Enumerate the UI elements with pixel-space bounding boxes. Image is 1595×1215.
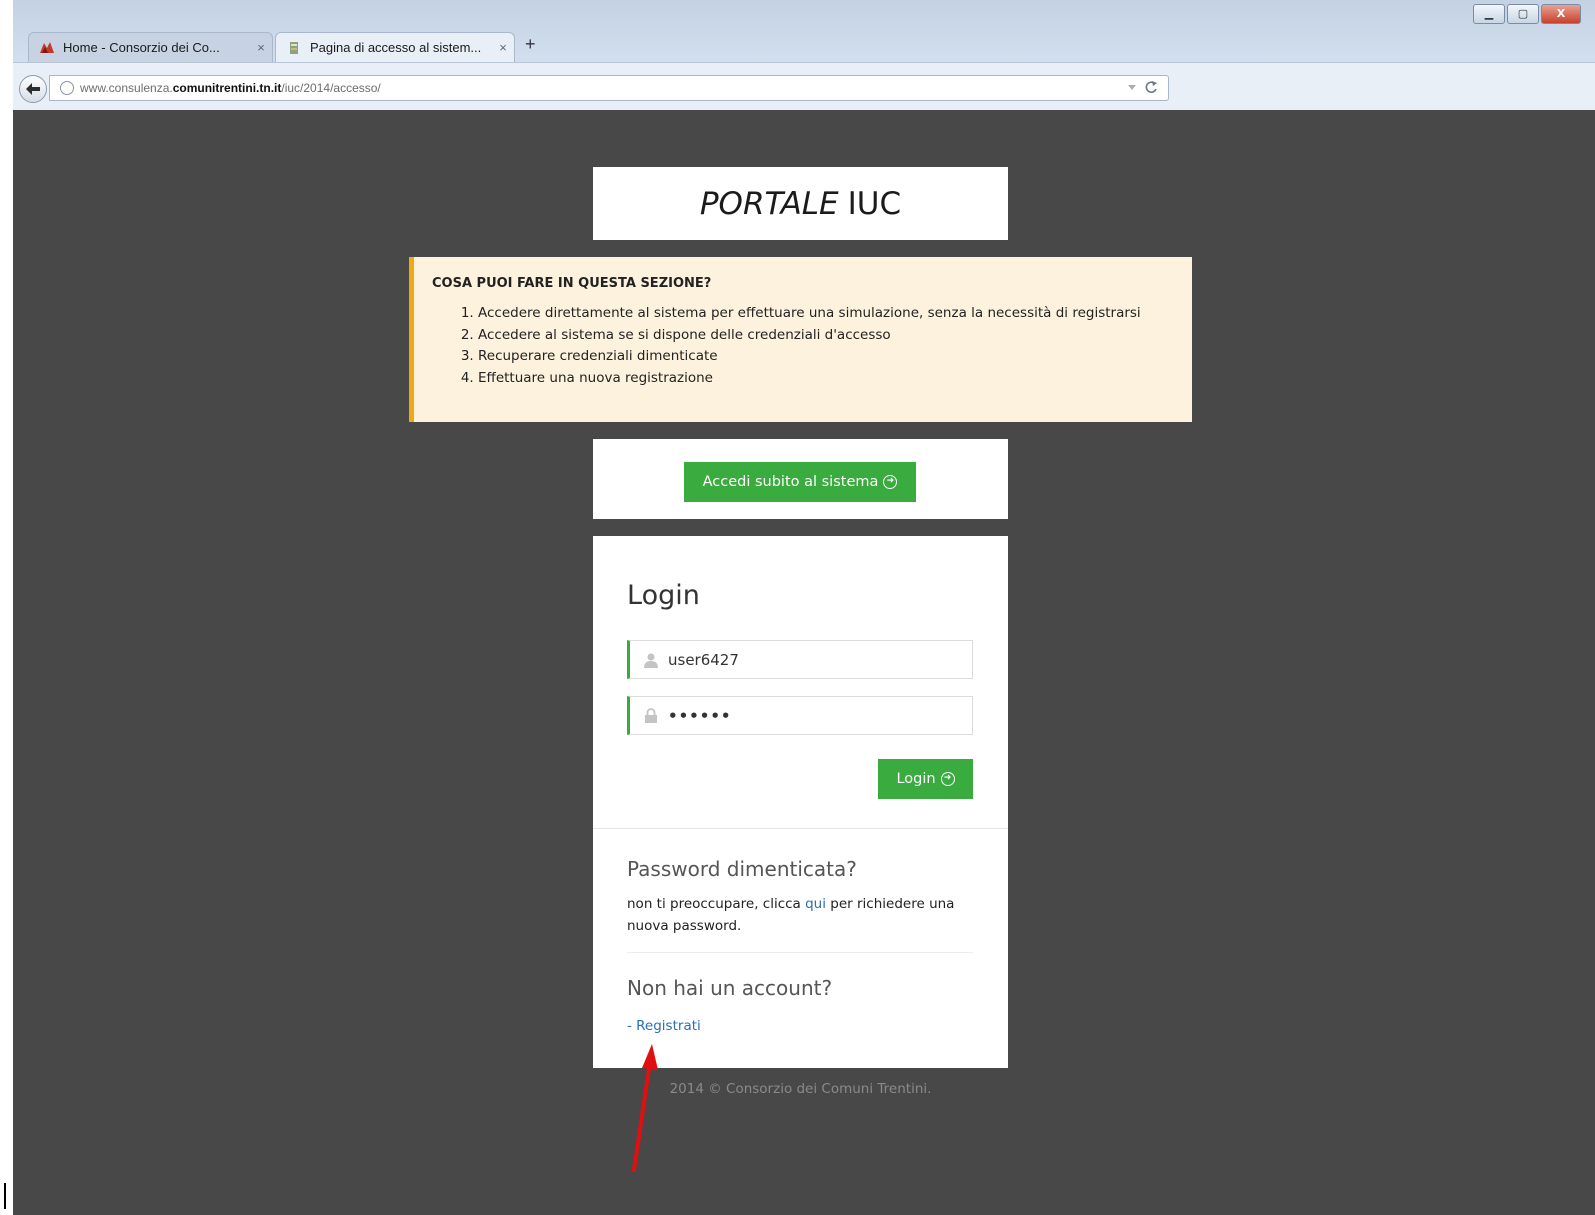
url-prefix: www.consulenza. bbox=[80, 81, 173, 95]
close-icon[interactable]: × bbox=[492, 40, 514, 55]
password-masked-value[interactable]: •••••• bbox=[668, 707, 732, 725]
tab-home[interactable]: Home - Consorzio dei Co... × bbox=[28, 32, 273, 62]
annotation-arrow-icon bbox=[632, 1044, 658, 1172]
username-input[interactable] bbox=[668, 650, 948, 669]
login-button-label: Login bbox=[896, 771, 936, 787]
text-cursor bbox=[4, 1183, 6, 1209]
portal-title: PORTALE IUC bbox=[593, 167, 1008, 240]
url-domain: comunitrentini.tn.it bbox=[172, 81, 282, 95]
info-list-item: Recuperare credenziali dimenticate bbox=[478, 346, 1192, 368]
password-field[interactable]: •••••• bbox=[627, 696, 973, 735]
address-bar[interactable]: www.consulenza. comunitrentini.tn.it/iuc/… bbox=[49, 75, 1169, 101]
arrow-circle-icon: ➜ bbox=[940, 772, 955, 786]
tab-bar: Home - Consorzio dei Co... × Pagina di a… bbox=[13, 0, 1595, 62]
divider bbox=[593, 828, 1008, 829]
portal-title-rest: IUC bbox=[847, 185, 902, 222]
page-favicon-icon bbox=[286, 41, 302, 55]
forgot-password-link[interactable]: qui bbox=[805, 896, 826, 912]
info-list-item: Accedere direttamente al sistema per eff… bbox=[478, 303, 1192, 325]
info-list: Accedere direttamente al sistema per eff… bbox=[432, 303, 1192, 389]
username-field[interactable] bbox=[627, 640, 973, 679]
portal-title-italic: PORTALE bbox=[699, 185, 839, 222]
user-icon bbox=[644, 652, 658, 668]
maximize-button[interactable]: ▢ bbox=[1507, 4, 1539, 24]
new-tab-button[interactable]: + bbox=[525, 34, 536, 55]
globe-icon bbox=[60, 81, 74, 95]
info-list-item: Effettuare una nuova registrazione bbox=[478, 368, 1192, 390]
window-left-edge bbox=[0, 0, 13, 1215]
direct-access-button[interactable]: Accedi subito al sistema ➜ bbox=[684, 462, 916, 502]
url-path: /iuc/2014/accesso/ bbox=[281, 81, 381, 95]
forgot-password-text: non ti preoccupare, clicca qui per richi… bbox=[627, 893, 977, 937]
info-heading: COSA PUOI FARE IN QUESTA SEZIONE? bbox=[432, 276, 712, 291]
info-notice: COSA PUOI FARE IN QUESTA SEZIONE? Accede… bbox=[409, 257, 1192, 422]
login-title: Login bbox=[627, 580, 700, 611]
lock-icon bbox=[644, 707, 658, 724]
arrow-circle-icon: ➜ bbox=[883, 475, 898, 489]
login-button[interactable]: Login ➜ bbox=[878, 759, 973, 799]
site-favicon-icon bbox=[39, 41, 55, 55]
direct-access-label: Accedi subito al sistema bbox=[702, 474, 879, 490]
forgot-password-title: Password dimenticata? bbox=[627, 857, 857, 881]
tab-home-label: Home - Consorzio dei Co... bbox=[63, 40, 220, 55]
minimize-button[interactable]: ▁ bbox=[1473, 4, 1505, 24]
no-account-title: Non hai un account? bbox=[627, 976, 833, 1000]
forgot-text-before: non ti preoccupare, clicca bbox=[627, 896, 806, 912]
tab-login-label: Pagina di accesso al sistem... bbox=[310, 40, 482, 55]
reload-icon[interactable] bbox=[1126, 80, 1160, 99]
register-link[interactable]: - Registrati bbox=[627, 1018, 701, 1034]
window-controls: ▁ ▢ X bbox=[1473, 4, 1595, 28]
navigation-bar: www.consulenza. comunitrentini.tn.it/iuc/… bbox=[13, 62, 1595, 110]
info-list-item: Accedere al sistema se si dispone delle … bbox=[478, 325, 1192, 347]
divider bbox=[627, 952, 973, 953]
back-arrow-icon[interactable] bbox=[19, 75, 47, 103]
close-window-button[interactable]: X bbox=[1541, 4, 1581, 24]
tab-login-page[interactable]: Pagina di accesso al sistem... × bbox=[275, 32, 515, 62]
close-icon[interactable]: × bbox=[250, 40, 272, 55]
browser-chrome: Home - Consorzio dei Co... × Pagina di a… bbox=[13, 0, 1595, 110]
